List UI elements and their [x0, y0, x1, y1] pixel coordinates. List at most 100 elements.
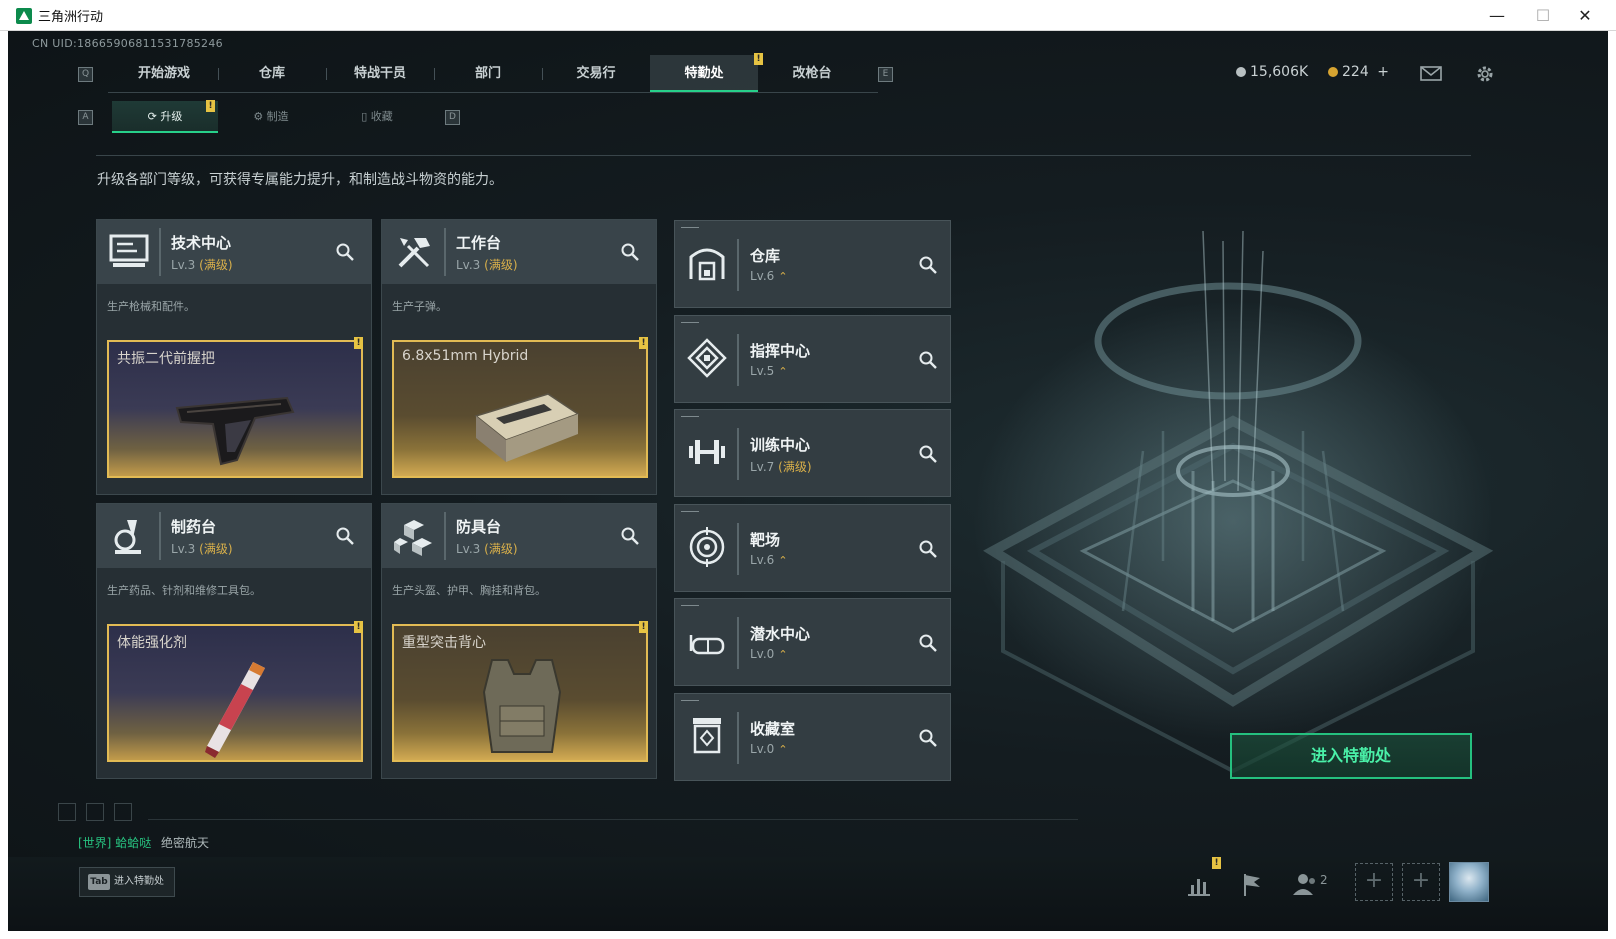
search-icon[interactable]: [335, 242, 355, 262]
card-accent-line: [681, 605, 699, 606]
card-accent-line: [681, 511, 699, 512]
tab-gun-mod[interactable]: 改枪台: [758, 55, 866, 93]
upgrade-arrow-icon: ⌃: [778, 365, 788, 378]
maximize-button[interactable]: ☐: [1520, 0, 1566, 31]
ticket-add-button[interactable]: +: [1377, 64, 1389, 80]
dept-level: Lv.3 (满级): [456, 542, 518, 556]
product-slot[interactable]: 共振二代前握把: [107, 340, 363, 478]
page-description: 升级各部门等级，可获得专属能力提升，和制造战斗物资的能力。: [97, 172, 503, 188]
stats-notice-mark: !: [1212, 857, 1221, 869]
team-slot-add-button[interactable]: +: [1355, 863, 1393, 901]
search-icon[interactable]: [918, 728, 938, 748]
tab-departments[interactable]: 部门: [434, 55, 542, 93]
dept-level: Lv.6 ⌃: [750, 553, 788, 567]
product-notice-mark: !: [354, 337, 363, 349]
dept-card-workbench[interactable]: 工作台 Lv.3 (满级) 生产子弹。 6.8x51mm Hybrid !: [381, 219, 657, 495]
settings-gear-icon[interactable]: [1474, 63, 1496, 85]
card-accent-line: [681, 322, 699, 323]
product-slot[interactable]: 重型突击背心: [392, 624, 648, 762]
subtab-notice-mark: !: [206, 100, 215, 112]
product-slot[interactable]: 体能强化剂: [107, 624, 363, 762]
search-icon[interactable]: [918, 444, 938, 464]
nav-key-left: Q: [78, 67, 93, 82]
card-divider: [444, 228, 446, 276]
team-slot-add-button[interactable]: +: [1402, 863, 1440, 901]
dept-level: Lv.6 ⌃: [750, 269, 788, 283]
minimize-button[interactable]: —: [1474, 0, 1520, 31]
card-divider: [737, 523, 739, 575]
section-divider: [96, 155, 1471, 156]
dept-card-storage[interactable]: 仓库 Lv.6 ⌃: [674, 220, 951, 308]
tab-start-game[interactable]: 开始游戏: [110, 55, 218, 93]
chat-player-name[interactable]: 蛤蛤哒: [115, 836, 151, 850]
ticket-amount: 224: [1342, 64, 1369, 80]
tab-trading[interactable]: 交易行: [542, 55, 650, 93]
storage-icon: [689, 248, 725, 281]
player-avatar[interactable]: [1449, 862, 1489, 902]
card-divider: [737, 334, 739, 386]
dept-name: 仓库: [750, 247, 781, 265]
subtab-key-right: D: [445, 110, 460, 125]
dept-card-diving[interactable]: 潜水中心 Lv.0 ⌃: [674, 598, 951, 686]
collection-icon: [693, 718, 721, 754]
search-icon[interactable]: [620, 242, 640, 262]
chat-line[interactable]: [世界] 蛤蛤哒 绝密航天: [78, 834, 209, 851]
dept-description: 生产枪械和配件。: [107, 300, 195, 313]
search-icon[interactable]: [620, 526, 640, 546]
search-icon[interactable]: [918, 255, 938, 275]
search-icon[interactable]: [918, 633, 938, 653]
collection-tab-icon: ▯: [361, 110, 371, 123]
chat-slot[interactable]: [114, 803, 132, 821]
nav-underline: [108, 92, 878, 93]
dept-card-pharmacy[interactable]: 制药台 Lv.3 (满级) 生产药品、针剂和维修工具包。 体能强化剂 !: [96, 503, 372, 779]
card-divider: [444, 512, 446, 560]
tools-icon: [398, 238, 430, 268]
mail-icon[interactable]: [1420, 66, 1442, 81]
chat-slot[interactable]: [58, 803, 76, 821]
tab-warehouse[interactable]: 仓库: [218, 55, 326, 93]
microscope-icon: [114, 520, 141, 554]
search-icon[interactable]: [918, 539, 938, 559]
dept-level: Lv.3 (满级): [456, 258, 518, 272]
card-header: 防具台 Lv.3 (满级): [382, 504, 656, 568]
dept-card-training[interactable]: 训练中心 Lv.7 (满级): [674, 409, 951, 497]
subtab-upgrade[interactable]: ⟳ 升级: [112, 101, 218, 133]
ammo-box-image: [474, 393, 580, 462]
tab-operators[interactable]: 特战干员: [326, 55, 434, 93]
tab-hint-button[interactable]: Tab 进入特勤处: [79, 867, 175, 897]
window-titlebar: 三角洲行动 — ☐ ✕: [0, 0, 1616, 31]
dept-card-collection[interactable]: 收藏室 Lv.0 ⌃: [674, 693, 951, 781]
computer-icon: [109, 234, 149, 267]
flag-icon[interactable]: [1236, 869, 1266, 899]
stats-chart-icon[interactable]: [1184, 869, 1214, 899]
subtab-craft[interactable]: ⚙ 制造: [218, 101, 324, 133]
product-name: 共振二代前握把: [117, 351, 215, 367]
chat-slot[interactable]: [86, 803, 104, 821]
dept-card-range[interactable]: 靶场 Lv.6 ⌃: [674, 504, 951, 592]
dept-level: Lv.3 (满级): [171, 542, 233, 556]
dept-card-tech-center[interactable]: 技术中心 Lv.3 (满级) 生产枪械和配件。 共振二代前握把 !: [96, 219, 372, 495]
tab-hint-label: 进入特勤处: [114, 876, 164, 887]
tab-special-ops[interactable]: 特勤处: [650, 55, 758, 93]
close-button[interactable]: ✕: [1562, 0, 1608, 31]
tab-key-icon: Tab: [88, 874, 110, 890]
enter-special-ops-button[interactable]: 进入特勤处: [1230, 733, 1472, 779]
dept-level: Lv.5 ⌃: [750, 364, 788, 378]
upgrade-icon: ⟳: [147, 110, 161, 123]
product-slot[interactable]: 6.8x51mm Hybrid: [392, 340, 648, 478]
friends-icon[interactable]: [1290, 869, 1320, 899]
coin-balance[interactable]: 15,606K: [1236, 64, 1308, 80]
subtab-collection[interactable]: ▯ 收藏: [324, 101, 430, 133]
search-icon[interactable]: [335, 526, 355, 546]
ticket-balance[interactable]: 224 +: [1328, 64, 1389, 80]
dept-description: 生产头盔、护甲、胸挂和背包。: [392, 584, 546, 597]
card-header: 技术中心 Lv.3 (满级): [97, 220, 371, 284]
product-name: 6.8x51mm Hybrid: [402, 348, 529, 364]
dept-card-command[interactable]: 指挥中心 Lv.5 ⌃: [674, 315, 951, 403]
search-icon[interactable]: [918, 350, 938, 370]
friends-count: 2: [1320, 873, 1328, 887]
target-icon: [689, 527, 725, 567]
coin-amount: 15,606K: [1250, 64, 1309, 80]
card-divider: [737, 617, 739, 669]
dept-card-armor[interactable]: 防具台 Lv.3 (满级) 生产头盔、护甲、胸挂和背包。 重型突击背心 !: [381, 503, 657, 779]
